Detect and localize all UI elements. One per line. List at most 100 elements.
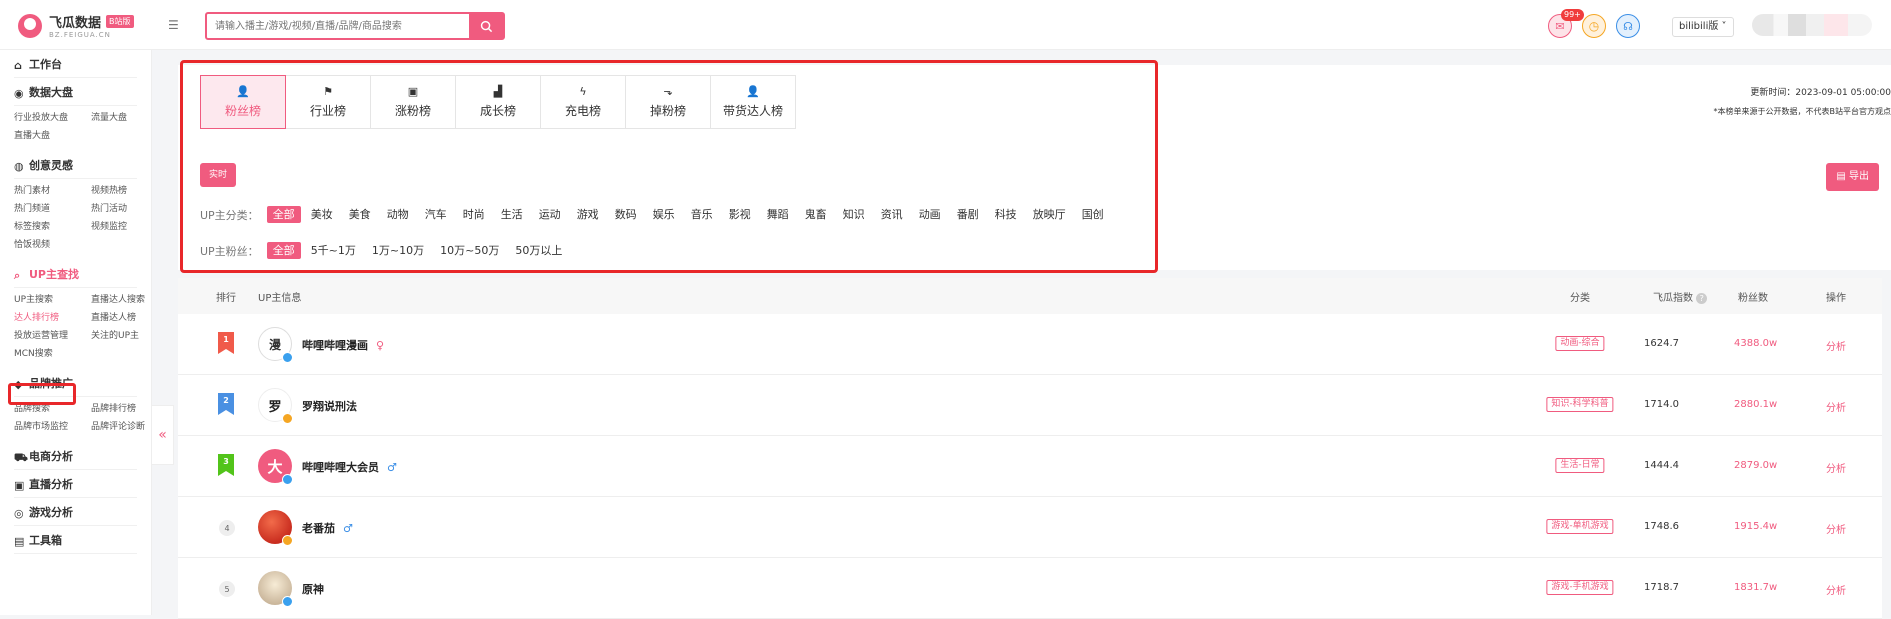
category-chip[interactable]: 知识	[837, 206, 871, 223]
sidebar-item-live-up-search[interactable]: 直播达人搜索	[91, 294, 161, 307]
support-button[interactable]: ☊	[1616, 14, 1640, 38]
category-chip[interactable]: 数码	[609, 206, 643, 223]
headset-icon: ☊	[1623, 20, 1633, 33]
sidebar-item-game-analysis[interactable]: ◎游戏分析	[14, 498, 137, 526]
tab-fans-growth[interactable]: ▣涨粉榜	[370, 75, 456, 129]
export-button[interactable]: ▤ 导出	[1826, 163, 1879, 191]
category-chip[interactable]: 美食	[343, 206, 377, 223]
header-score[interactable]: 飞瓜指数 ?	[1653, 289, 1707, 304]
fans-chip[interactable]: 50万以上	[509, 242, 568, 259]
up-name-text: 罗翔说刑法	[302, 398, 357, 414]
sidebar-item-brand-comment[interactable]: 品牌评论诊断	[91, 421, 161, 434]
category-tag: 游戏-手机游戏	[1546, 580, 1613, 595]
sidebar-section-up-search[interactable]: ⌕UP主查找	[14, 260, 137, 288]
sidebar-item-hot-material[interactable]: 热门素材	[14, 185, 91, 198]
sidebar-collapse-button[interactable]: «	[152, 405, 174, 465]
tab-fans-drop[interactable]: ⬎掉粉榜	[625, 75, 711, 129]
platform-select[interactable]: bilibili版 ˅	[1672, 17, 1734, 37]
category-chip[interactable]: 鬼畜	[799, 206, 833, 223]
male-icon: ♂	[343, 522, 353, 535]
up-name[interactable]: 老番茄♂	[302, 520, 353, 536]
category-chip[interactable]: 美妆	[305, 206, 339, 223]
top-bar: 飞瓜数据B站版 BZ.FEIGUA.CN ☰ ✉ 99+ ◷ ☊ bilibil…	[0, 0, 1891, 50]
category-chip[interactable]: 运动	[533, 206, 567, 223]
category-chip[interactable]: 国创	[1076, 206, 1110, 223]
sidebar-item-hot-channel[interactable]: 热门频道	[14, 203, 91, 216]
up-name[interactable]: 哔哩哔哩大会员♂	[302, 459, 397, 475]
analyze-link[interactable]: 分析	[1826, 521, 1846, 536]
sidebar-item-video-monitor[interactable]: 视频监控	[91, 221, 161, 234]
up-name[interactable]: 原神	[302, 581, 332, 597]
header-rank: 排行	[216, 289, 236, 304]
sidebar-item-followed-up[interactable]: 关注的UP主	[91, 330, 161, 343]
user-avatar[interactable]	[1752, 14, 1872, 36]
analyze-link[interactable]: 分析	[1826, 582, 1846, 597]
sidebar-section-inspiration[interactable]: ◍创意灵感	[14, 151, 137, 179]
menu-toggle-icon[interactable]: ☰	[168, 18, 179, 32]
search-button[interactable]	[469, 14, 503, 38]
sidebar-item-live-analysis[interactable]: ▣直播分析	[14, 470, 137, 498]
sidebar-item-ecommerce[interactable]: ⛟电商分析	[14, 442, 137, 470]
category-chip[interactable]: 音乐	[685, 206, 719, 223]
category-chip[interactable]: 番剧	[951, 206, 985, 223]
up-name[interactable]: 哔哩哔哩漫画♀	[302, 337, 384, 353]
fans-chip[interactable]: 全部	[267, 242, 301, 259]
tab-industry[interactable]: ⚑行业榜	[285, 75, 371, 129]
category-chip[interactable]: 娱乐	[647, 206, 681, 223]
tab-label: 涨粉榜	[395, 102, 431, 119]
realtime-button[interactable]: 实时	[200, 163, 236, 187]
sidebar-item-live-up-ranking[interactable]: 直播达人榜	[91, 312, 161, 325]
analyze-link[interactable]: 分析	[1826, 460, 1846, 475]
fans-chip[interactable]: 5千~1万	[305, 242, 362, 259]
category-chip[interactable]: 动画	[913, 206, 947, 223]
sidebar-section-dashboard[interactable]: ◉数据大盘	[14, 78, 137, 106]
category-chip[interactable]: 科技	[989, 206, 1023, 223]
tab-label: 掉粉榜	[650, 102, 686, 119]
category-chip[interactable]: 生活	[495, 206, 529, 223]
category-filter-label: UP主分类：	[200, 207, 259, 223]
analyze-link[interactable]: 分析	[1826, 399, 1846, 414]
sidebar-item-toolbox[interactable]: ▤工具箱	[14, 526, 137, 554]
category-chip[interactable]: 动物	[381, 206, 415, 223]
tab-seller[interactable]: 👤带货达人榜	[710, 75, 796, 129]
category-chip[interactable]: 游戏	[571, 206, 605, 223]
tab-label: 充电榜	[565, 102, 601, 119]
category-chip[interactable]: 汽车	[419, 206, 453, 223]
sidebar-item-mcn-search[interactable]: MCN搜索	[14, 348, 91, 361]
sidebar-item-live-dashboard[interactable]: 直播大盘	[14, 130, 91, 143]
logo[interactable]: 飞瓜数据B站版 BZ.FEIGUA.CN	[18, 12, 134, 39]
sidebar-item-traffic-dashboard[interactable]: 流量大盘	[91, 112, 161, 125]
clock-icon: ◷	[1589, 19, 1599, 33]
category-chip[interactable]: 舞蹈	[761, 206, 795, 223]
tab-growth[interactable]: ▟成长榜	[455, 75, 541, 129]
category-chip[interactable]: 放映厅	[1027, 206, 1072, 223]
up-name[interactable]: 罗翔说刑法	[302, 398, 365, 414]
sidebar-item-workbench[interactable]: ⌂工作台	[14, 50, 137, 78]
category-chip[interactable]: 时尚	[457, 206, 491, 223]
sidebar-item-campaign-manage[interactable]: 投放运营管理	[14, 330, 91, 343]
analyze-link[interactable]: 分析	[1826, 338, 1846, 353]
sidebar-item-sponsored-video[interactable]: 恰饭视频	[14, 239, 91, 252]
fans-chip[interactable]: 1万~10万	[366, 242, 430, 259]
fans-icon: 👤	[236, 85, 250, 97]
sidebar-item-brand-monitor[interactable]: 品牌市场监控	[14, 421, 91, 434]
sidebar-item-brand-ranking[interactable]: 品牌排行榜	[91, 403, 161, 416]
category-chip[interactable]: 全部	[267, 206, 301, 223]
search-input[interactable]	[207, 14, 469, 38]
sidebar-item-industry-dashboard[interactable]: 行业投放大盘	[14, 112, 91, 125]
header-fans[interactable]: 粉丝数	[1738, 289, 1768, 304]
fans-chip[interactable]: 10万~50万	[434, 242, 505, 259]
sidebar-item-hot-activity[interactable]: 热门活动	[91, 203, 161, 216]
help-icon[interactable]: ?	[1696, 293, 1707, 304]
sidebar-item-tag-search[interactable]: 标签搜索	[14, 221, 91, 234]
message-button[interactable]: ✉ 99+	[1548, 14, 1572, 38]
tab-fans[interactable]: 👤粉丝榜	[200, 75, 286, 129]
sidebar-item-video-hotlist[interactable]: 视频热榜	[91, 185, 161, 198]
sidebar-item-up-ranking[interactable]: 达人排行榜	[14, 312, 91, 325]
category-chip[interactable]: 影视	[723, 206, 757, 223]
category-chip[interactable]: 资讯	[875, 206, 909, 223]
sidebar-item-up-search[interactable]: UP主搜索	[14, 294, 91, 307]
history-button[interactable]: ◷	[1582, 14, 1606, 38]
sidebar-item-label: 游戏分析	[29, 504, 73, 520]
tab-charge[interactable]: ϟ充电榜	[540, 75, 626, 129]
